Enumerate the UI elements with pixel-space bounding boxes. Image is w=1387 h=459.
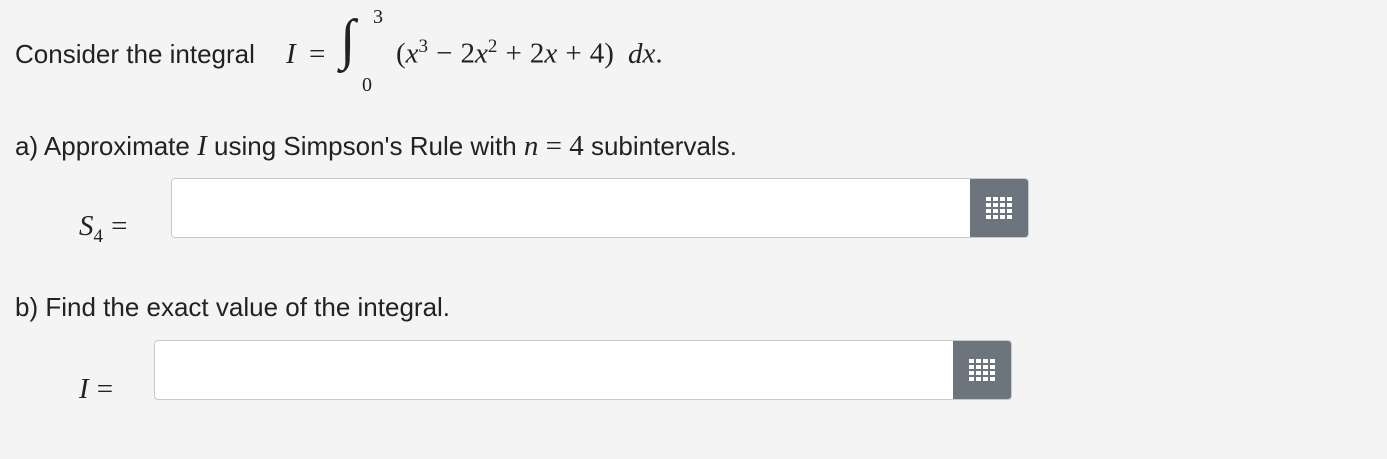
simpson-keypad-button[interactable]	[970, 179, 1028, 237]
keypad-grid-icon	[986, 197, 1012, 219]
equals-sign: =	[96, 373, 114, 405]
integrand-x: x	[475, 37, 488, 70]
lower-limit: 0	[362, 74, 372, 96]
intro-text: Consider the integral	[15, 39, 255, 69]
integrand: (x3 − 2x2 + 2x + 4) dx.	[396, 36, 663, 71]
exponent-3: 3	[418, 36, 429, 57]
minus-sign: −	[436, 37, 453, 70]
constant-4: 4	[589, 37, 605, 70]
equals-sign: =	[545, 130, 562, 162]
differential-x: x	[642, 37, 656, 70]
integrand-x: x	[405, 37, 419, 70]
equals-sign: =	[309, 38, 326, 70]
i-symbol: I	[79, 373, 89, 405]
keypad-grid-icon	[969, 359, 995, 381]
differential-d: d	[627, 37, 643, 70]
coefficient-2: 2	[460, 37, 476, 70]
s-symbol: S	[79, 210, 94, 242]
integrand-x: x	[544, 37, 558, 70]
plus-sign: +	[565, 37, 582, 70]
simpson-answer-field	[171, 178, 1029, 238]
upper-limit: 3	[373, 6, 383, 28]
part-a-suffix: subintervals.	[590, 131, 737, 161]
part-a-variable: I	[197, 130, 207, 162]
n-variable: n	[523, 130, 539, 162]
exponent-2: 2	[487, 36, 498, 57]
part-a-prefix: a) Approximate	[15, 131, 190, 161]
exact-answer-field	[154, 340, 1012, 400]
integral-variable: I	[286, 38, 296, 70]
part-b-prompt: b) Find the exact value of the integral.	[15, 292, 451, 322]
simpson-answer-input[interactable]	[172, 179, 970, 237]
i-label: I =	[79, 373, 113, 406]
equals-sign: =	[111, 210, 128, 242]
s4-label: S4 =	[79, 210, 127, 248]
exact-answer-input[interactable]	[155, 341, 953, 399]
plus-sign: +	[505, 37, 522, 70]
n-value: 4	[569, 130, 584, 162]
part-a-prompt: a) Approximate I using Simpson's Rule wi…	[15, 130, 737, 163]
s-subscript: 4	[93, 225, 104, 247]
right-paren: )	[604, 37, 614, 70]
left-paren: (	[396, 37, 406, 70]
exact-keypad-button[interactable]	[953, 341, 1011, 399]
integral-sign: ∫	[340, 9, 356, 71]
period: .	[655, 37, 663, 70]
part-a-middle: using Simpson's Rule with	[214, 131, 517, 161]
coefficient-2: 2	[529, 37, 545, 70]
